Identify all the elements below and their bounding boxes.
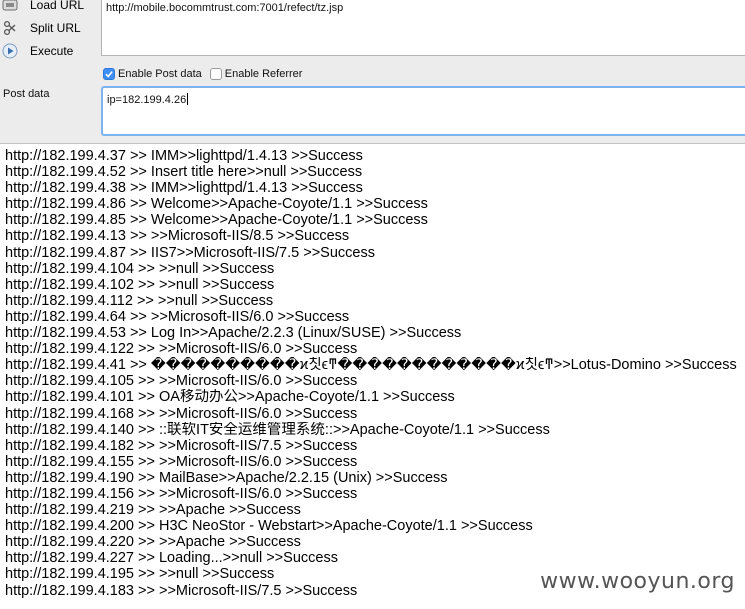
result-line: http://182.199.4.53 >> Log In>>Apache/2.…: [5, 325, 462, 342]
text-caret: [187, 93, 189, 105]
result-line: http://182.199.4.101 >> OA移动办公>>Apache-C…: [5, 389, 455, 406]
post-data-label: Post data: [3, 88, 50, 100]
result-line: http://182.199.4.64 >> >>Microsoft-IIS/6…: [5, 308, 350, 325]
result-line: http://182.199.4.168 >> >>Microsoft-IIS/…: [5, 405, 358, 422]
enable-post-label[interactable]: Enable Post data: [118, 68, 202, 80]
result-line: http://182.199.4.86 >> Welcome>>Apache-C…: [5, 196, 428, 213]
options-row: Enable Post data Enable Referrer: [103, 66, 302, 82]
post-data-input[interactable]: ip=182.199.4.26: [101, 86, 745, 136]
result-line: http://182.199.4.156 >> >>Microsoft-IIS/…: [5, 485, 358, 502]
result-line: http://182.199.4.112 >> >>null >>Success: [5, 292, 274, 309]
result-line: http://182.199.4.219 >> >>Apache >>Succe…: [5, 502, 301, 519]
result-line: http://182.199.4.102 >> >>null >>Success: [5, 276, 275, 293]
result-line: http://182.199.4.104 >> >>null >>Success: [5, 260, 275, 277]
load-url-label: Load URL: [30, 0, 85, 12]
result-line: http://182.199.4.37 >> IMM>>lighttpd/1.4…: [5, 148, 363, 164]
result-line: http://182.199.4.220 >> >>Apache >>Succe…: [5, 534, 301, 551]
result-line: http://182.199.4.155 >> >>Microsoft-IIS/…: [5, 453, 358, 470]
load-url-button[interactable]: Load URL: [2, 0, 100, 14]
result-line: http://182.199.4.41 >> ����������ϰ칫ϵͳ���…: [5, 357, 737, 374]
load-url-icon: [2, 0, 18, 13]
split-url-button[interactable]: Split URL: [2, 19, 100, 37]
result-line: http://182.199.4.190 >> MailBase>>Apache…: [5, 469, 448, 486]
result-line: http://182.199.4.140 >> ::联软IT安全运维管理系统::…: [5, 421, 550, 438]
post-data-value: ip=182.199.4.26: [107, 94, 187, 106]
enable-referrer-label[interactable]: Enable Referrer: [225, 68, 303, 80]
result-line: http://182.199.4.122 >> >>Microsoft-IIS/…: [5, 341, 358, 358]
result-line: http://182.199.4.105 >> >>Microsoft-IIS/…: [5, 373, 358, 390]
result-line: http://182.199.4.182 >> >>Microsoft-IIS/…: [5, 437, 358, 454]
play-icon: [2, 43, 18, 59]
result-line: http://182.199.4.227 >> Loading...>>null…: [5, 550, 338, 567]
split-url-label: Split URL: [30, 21, 81, 35]
result-line: http://182.199.4.13 >> >>Microsoft-IIS/8…: [5, 228, 350, 245]
execute-label: Execute: [30, 44, 74, 58]
result-line: http://182.199.4.52 >> Insert title here…: [5, 164, 363, 181]
execute-button[interactable]: Execute: [2, 42, 100, 60]
result-line: http://182.199.4.87 >> IIS7>>Microsoft-I…: [5, 244, 375, 261]
result-line: http://182.199.4.85 >> Welcome>>Apache-C…: [5, 212, 428, 229]
hackbar-panel: Load URL Split URL Execute http://mobile…: [0, 0, 745, 144]
results-list: http://182.199.4.37 >> IMM>>lighttpd/1.4…: [5, 148, 745, 599]
result-line: http://182.199.4.200 >> H3C NeoStor - We…: [5, 518, 533, 535]
watermark: www.wooyun.org: [540, 569, 735, 594]
result-line: http://182.199.4.38 >> IMM>>lighttpd/1.4…: [5, 180, 363, 197]
enable-referrer-checkbox[interactable]: [209, 68, 222, 80]
enable-post-checkbox[interactable]: [103, 68, 115, 80]
url-input[interactable]: http://mobile.bocommtrust.com:7001/refec…: [101, 0, 745, 56]
scissors-icon: [2, 20, 18, 36]
